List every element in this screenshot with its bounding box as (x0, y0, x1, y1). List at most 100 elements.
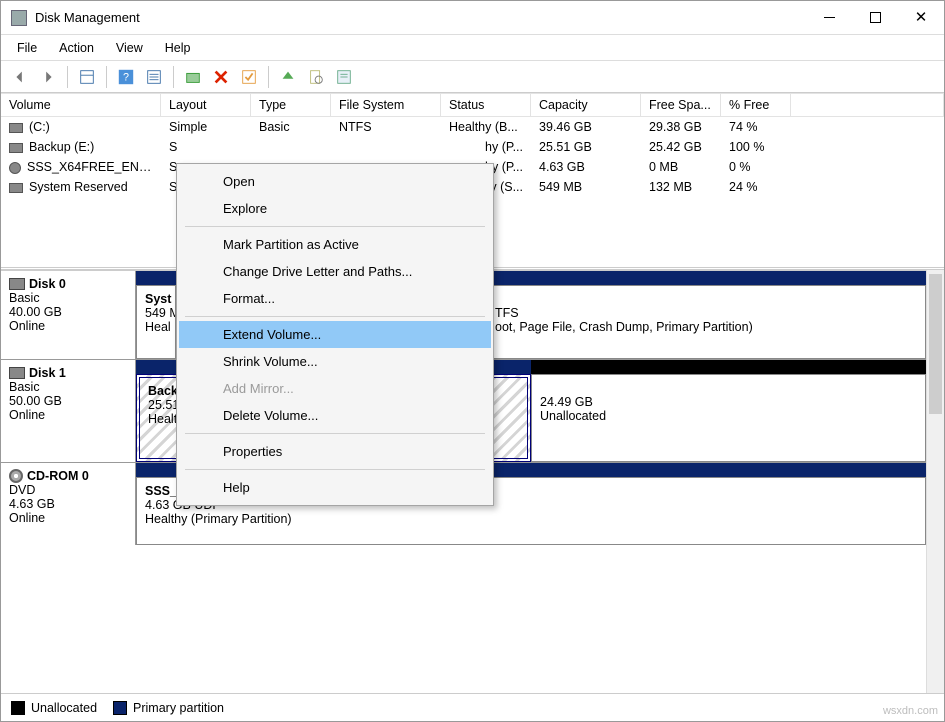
menu-help[interactable]: Help (155, 38, 201, 58)
cell-pct: 74 % (721, 117, 791, 137)
col-volume[interactable]: Volume (1, 94, 161, 117)
ctx-format[interactable]: Format... (179, 285, 491, 312)
disk-state: Online (9, 511, 127, 525)
cell-cap: 39.46 GB (531, 117, 641, 137)
volume-icon (9, 183, 23, 193)
volume-row[interactable]: Backup (E:) S hy (P... 25.51 GB 25.42 GB… (1, 137, 944, 157)
legend: Unallocated Primary partition (1, 693, 944, 721)
settings-list-icon[interactable] (143, 66, 165, 88)
cell-free: 25.42 GB (641, 137, 721, 157)
cell-pct: 100 % (721, 137, 791, 157)
volume-row[interactable]: (C:) Simple Basic NTFS Healthy (B... 39.… (1, 117, 944, 137)
toolbar: ? (1, 61, 944, 93)
partition-size: 549 M (145, 306, 167, 320)
watermark: wsxdn.com (883, 705, 938, 717)
ctx-delete-volume[interactable]: Delete Volume... (179, 402, 491, 429)
scrollbar-thumb[interactable] (929, 274, 942, 414)
cell-status: hy (P... (441, 137, 531, 157)
help-icon[interactable]: ? (115, 66, 137, 88)
check-icon[interactable] (238, 66, 260, 88)
refresh-icon[interactable] (182, 66, 204, 88)
volume-name: SSS_X64FREE_EN-... (27, 160, 153, 174)
col-type[interactable]: Type (251, 94, 331, 117)
svg-text:?: ? (123, 71, 129, 83)
disk-size: 4.63 GB (9, 497, 127, 511)
legend-key-unallocated (11, 701, 25, 715)
disk-icon (9, 367, 25, 379)
disk-icon (9, 278, 25, 290)
legend-primary: Primary partition (133, 701, 224, 715)
cell-pct: 24 % (721, 177, 791, 197)
show-hide-icon[interactable] (76, 66, 98, 88)
cd-volume-icon (9, 162, 21, 174)
col-layout[interactable]: Layout (161, 94, 251, 117)
forward-icon[interactable] (37, 66, 59, 88)
context-menu-separator (185, 433, 485, 434)
titlebar: Disk Management ✕ (1, 1, 944, 35)
volume-name: (C:) (29, 120, 50, 134)
disk-size: 40.00 GB (9, 305, 127, 319)
context-menu-separator (185, 469, 485, 470)
partition-size: 24.49 GB (540, 395, 917, 409)
disk-type: Basic (9, 380, 127, 394)
partition-name: Syst (145, 292, 167, 306)
disk-state: Online (9, 408, 127, 422)
delete-icon[interactable] (210, 66, 232, 88)
cell-free: 132 MB (641, 177, 721, 197)
ctx-explore[interactable]: Explore (179, 195, 491, 222)
partition-header-bar (531, 360, 926, 374)
ctx-shrink-volume[interactable]: Shrink Volume... (179, 348, 491, 375)
partition[interactable]: Syst 549 M Heal (136, 285, 176, 359)
back-icon[interactable] (9, 66, 31, 88)
cdrom-icon (9, 469, 23, 483)
volume-icon (9, 123, 23, 133)
col-capacity[interactable]: Capacity (531, 94, 641, 117)
col-freespace[interactable]: Free Spa... (641, 94, 721, 117)
ctx-add-mirror: Add Mirror... (179, 375, 491, 402)
partition-status: Heal (145, 320, 167, 334)
ctx-open[interactable]: Open (179, 168, 491, 195)
partition-status: Unallocated (540, 409, 917, 423)
legend-key-primary (113, 701, 127, 715)
menu-view[interactable]: View (106, 38, 153, 58)
legend-unallocated: Unallocated (31, 701, 97, 715)
ctx-change-letter[interactable]: Change Drive Letter and Paths... (179, 258, 491, 285)
cell-cap: 25.51 GB (531, 137, 641, 157)
properties-icon[interactable] (333, 66, 355, 88)
menu-bar: File Action View Help (1, 35, 944, 61)
disk-size: 50.00 GB (9, 394, 127, 408)
col-pctfree[interactable]: % Free (721, 94, 791, 117)
partition-status: Healthy (Primary Partition) (145, 512, 917, 526)
col-status[interactable]: Status (441, 94, 531, 117)
ctx-properties[interactable]: Properties (179, 438, 491, 465)
ctx-mark-active[interactable]: Mark Partition as Active (179, 231, 491, 258)
scrollbar[interactable] (926, 270, 944, 693)
volume-name: System Reserved (29, 180, 128, 194)
cell-layout: Simple (161, 117, 251, 137)
disk-type: DVD (9, 483, 127, 497)
disk-label: Disk 1 (9, 366, 127, 380)
disk-type: Basic (9, 291, 127, 305)
up-arrow-icon[interactable] (277, 66, 299, 88)
volume-icon (9, 143, 23, 153)
partition-header-bar (136, 271, 176, 285)
menu-file[interactable]: File (7, 38, 47, 58)
cell-type: Basic (251, 117, 331, 137)
search-icon[interactable] (305, 66, 327, 88)
cell-fs: NTFS (331, 117, 441, 137)
ctx-help[interactable]: Help (179, 474, 491, 501)
context-menu: Open Explore Mark Partition as Active Ch… (176, 163, 494, 506)
volume-name: Backup (E:) (29, 140, 94, 154)
cell-status: Healthy (B... (441, 117, 531, 137)
close-button[interactable]: ✕ (898, 1, 944, 34)
col-filesystem[interactable]: File System (331, 94, 441, 117)
disk-label: Disk 0 (9, 277, 127, 291)
cell-cap: 549 MB (531, 177, 641, 197)
menu-action[interactable]: Action (49, 38, 104, 58)
col-pad (791, 94, 944, 117)
partition-unallocated[interactable]: 24.49 GB Unallocated (531, 374, 926, 462)
minimize-button[interactable] (806, 1, 852, 34)
maximize-button[interactable] (852, 1, 898, 34)
ctx-extend-volume[interactable]: Extend Volume... (179, 321, 491, 348)
cell-free: 0 MB (641, 157, 721, 177)
